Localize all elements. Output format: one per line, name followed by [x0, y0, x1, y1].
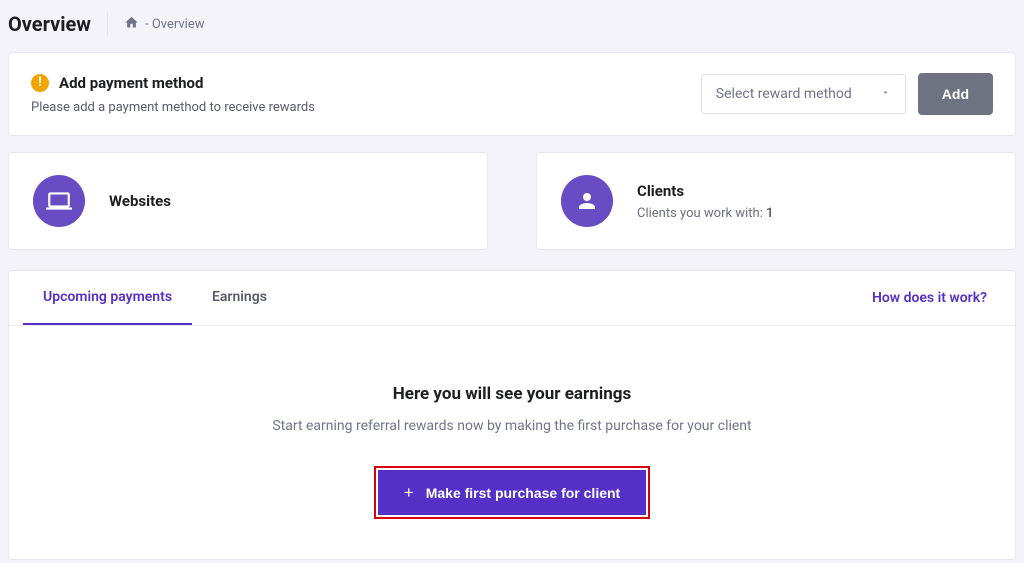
header-divider — [107, 12, 108, 36]
websites-card[interactable]: Websites — [8, 152, 488, 250]
breadcrumb-text: - Overview — [145, 17, 205, 32]
plus-icon: + — [404, 484, 414, 501]
page-title: Overview — [8, 12, 91, 36]
chevron-down-icon — [880, 86, 891, 102]
websites-card-text: Websites — [109, 192, 171, 210]
payment-title-row: ! Add payment method — [31, 74, 315, 92]
payment-notice-title: Add payment method — [59, 74, 203, 92]
payment-method-notice: ! Add payment method Please add a paymen… — [8, 52, 1016, 136]
empty-state-sub: Start earning referral rewards now by ma… — [272, 418, 751, 434]
cta-label: Make first purchase for client — [426, 485, 621, 501]
make-first-purchase-button[interactable]: + Make first purchase for client — [378, 470, 646, 515]
reward-method-placeholder: Select reward method — [716, 86, 852, 102]
clients-card[interactable]: Clients Clients you work with: 1 — [536, 152, 1016, 250]
page-header: Overview - Overview — [8, 8, 1016, 52]
alert-icon: ! — [31, 74, 49, 92]
add-button[interactable]: Add — [918, 73, 993, 115]
tabs-left: Upcoming payments Earnings — [23, 271, 287, 325]
person-icon — [561, 175, 613, 227]
clients-sub-prefix: Clients you work with: — [637, 206, 766, 221]
clients-count: 1 — [766, 206, 773, 221]
summary-cards-row: Websites Clients Clients you work with: … — [8, 152, 1016, 250]
tab-earnings[interactable]: Earnings — [192, 271, 287, 325]
payment-notice-sub: Please add a payment method to receive r… — [31, 100, 315, 115]
laptop-icon — [33, 175, 85, 227]
empty-state: Here you will see your earnings Start ea… — [9, 326, 1015, 519]
websites-card-title: Websites — [109, 192, 171, 210]
tabs-row: Upcoming payments Earnings How does it w… — [9, 271, 1015, 326]
cta-highlight-box: + Make first purchase for client — [374, 466, 650, 519]
payment-notice-text: ! Add payment method Please add a paymen… — [31, 74, 315, 115]
clients-card-text: Clients Clients you work with: 1 — [637, 182, 773, 221]
reward-method-select[interactable]: Select reward method — [701, 74, 906, 114]
breadcrumb[interactable]: - Overview — [124, 15, 205, 34]
tab-upcoming-payments[interactable]: Upcoming payments — [23, 271, 192, 325]
home-icon — [124, 15, 139, 34]
clients-card-sub: Clients you work with: 1 — [637, 206, 773, 221]
empty-state-title: Here you will see your earnings — [393, 384, 631, 404]
payments-panel: Upcoming payments Earnings How does it w… — [8, 270, 1016, 560]
how-does-it-work-link[interactable]: How does it work? — [858, 272, 1001, 324]
payment-notice-actions: Select reward method Add — [701, 73, 993, 115]
clients-card-title: Clients — [637, 182, 773, 200]
